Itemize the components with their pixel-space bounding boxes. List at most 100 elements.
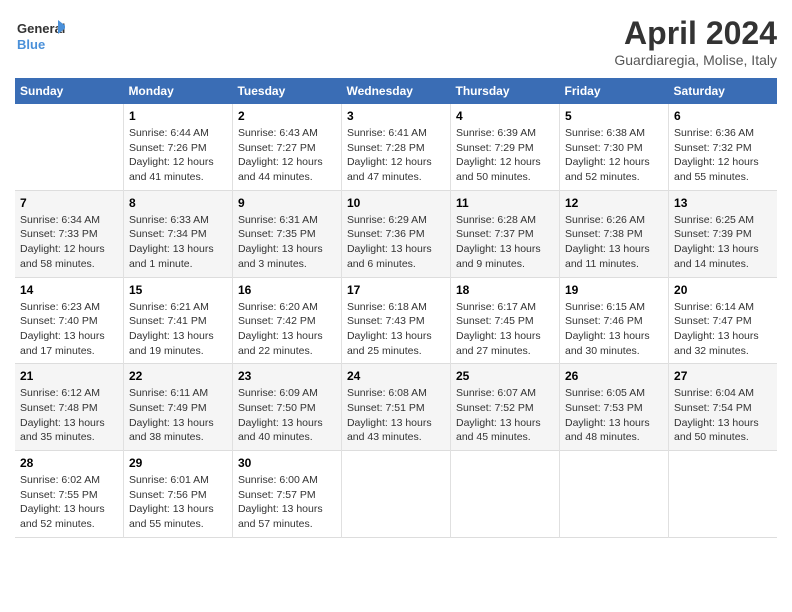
day-cell: 24 Sunrise: 6:08 AMSunset: 7:51 PMDayligh… [341, 364, 450, 451]
day-cell: 15Sunrise: 6:21 AMSunset: 7:41 PMDayligh… [123, 277, 232, 364]
day-info: Sunrise: 6:39 AMSunset: 7:29 PMDaylight:… [456, 126, 554, 185]
header-tuesday: Tuesday [232, 78, 341, 104]
day-number: 12 [565, 196, 663, 210]
day-number: 26 [565, 369, 663, 383]
day-cell: 29 Sunrise: 6:01 AMSunset: 7:56 PMDayligh… [123, 451, 232, 538]
day-cell: 11 Sunrise: 6:28 AMSunset: 7:37 PMDayligh… [450, 190, 559, 277]
day-info: Sunrise: 6:08 AMSunset: 7:51 PMDaylight:… [347, 386, 445, 445]
day-cell: 30Sunrise: 6:00 AMSunset: 7:57 PMDayligh… [232, 451, 341, 538]
svg-text:Blue: Blue [17, 37, 45, 52]
day-info: Sunrise: 6:09 AMSunset: 7:50 PMDaylight:… [238, 386, 336, 445]
header-monday: Monday [123, 78, 232, 104]
day-number: 2 [238, 109, 336, 123]
day-cell [341, 451, 450, 538]
page-header: General Blue April 2024 Guardiaregia, Mo… [15, 15, 777, 68]
day-cell: 25Sunrise: 6:07 AMSunset: 7:52 PMDayligh… [450, 364, 559, 451]
header-sunday: Sunday [15, 78, 123, 104]
day-number: 21 [20, 369, 118, 383]
day-number: 7 [20, 196, 118, 210]
day-number: 1 [129, 109, 227, 123]
day-number: 8 [129, 196, 227, 210]
day-info: Sunrise: 6:18 AMSunset: 7:43 PMDaylight:… [347, 300, 445, 359]
day-number: 22 [129, 369, 227, 383]
logo: General Blue [15, 15, 65, 60]
day-info: Sunrise: 6:00 AMSunset: 7:57 PMDaylight:… [238, 473, 336, 532]
day-info: Sunrise: 6:28 AMSunset: 7:37 PMDaylight:… [456, 213, 554, 272]
day-info: Sunrise: 6:34 AMSunset: 7:33 PMDaylight:… [20, 213, 118, 272]
title-block: April 2024 Guardiaregia, Molise, Italy [614, 15, 777, 68]
header-saturday: Saturday [669, 78, 777, 104]
day-info: Sunrise: 6:25 AMSunset: 7:39 PMDaylight:… [674, 213, 772, 272]
day-cell: 9 Sunrise: 6:31 AMSunset: 7:35 PMDaylight… [232, 190, 341, 277]
week-row-5: 28Sunrise: 6:02 AMSunset: 7:55 PMDayligh… [15, 451, 777, 538]
day-number: 23 [238, 369, 336, 383]
day-cell: 13Sunrise: 6:25 AMSunset: 7:39 PMDayligh… [669, 190, 777, 277]
day-cell: 20 Sunrise: 6:14 AMSunset: 7:47 PMDayligh… [669, 277, 777, 364]
day-info: Sunrise: 6:14 AMSunset: 7:47 PMDaylight:… [674, 300, 772, 359]
day-cell: 6 Sunrise: 6:36 AMSunset: 7:32 PMDaylight… [669, 104, 777, 190]
day-number: 14 [20, 283, 118, 297]
day-info: Sunrise: 6:31 AMSunset: 7:35 PMDaylight:… [238, 213, 336, 272]
day-info: Sunrise: 6:17 AMSunset: 7:45 PMDaylight:… [456, 300, 554, 359]
week-row-4: 21 Sunrise: 6:12 AMSunset: 7:48 PMDayligh… [15, 364, 777, 451]
day-info: Sunrise: 6:23 AMSunset: 7:40 PMDaylight:… [20, 300, 118, 359]
day-cell: 27Sunrise: 6:04 AMSunset: 7:54 PMDayligh… [669, 364, 777, 451]
day-number: 29 [129, 456, 227, 470]
day-cell: 4 Sunrise: 6:39 AMSunset: 7:29 PMDaylight… [450, 104, 559, 190]
day-cell: 10 Sunrise: 6:29 AMSunset: 7:36 PMDayligh… [341, 190, 450, 277]
day-cell: 1 Sunrise: 6:44 AMSunset: 7:26 PMDaylight… [123, 104, 232, 190]
day-cell: 21 Sunrise: 6:12 AMSunset: 7:48 PMDayligh… [15, 364, 123, 451]
week-row-2: 7 Sunrise: 6:34 AMSunset: 7:33 PMDaylight… [15, 190, 777, 277]
day-info: Sunrise: 6:44 AMSunset: 7:26 PMDaylight:… [129, 126, 227, 185]
day-info: Sunrise: 6:26 AMSunset: 7:38 PMDaylight:… [565, 213, 663, 272]
day-info: Sunrise: 6:41 AMSunset: 7:28 PMDaylight:… [347, 126, 445, 185]
day-cell: 19 Sunrise: 6:15 AMSunset: 7:46 PMDayligh… [560, 277, 669, 364]
day-cell: 5Sunrise: 6:38 AMSunset: 7:30 PMDaylight… [560, 104, 669, 190]
day-number: 18 [456, 283, 554, 297]
header-friday: Friday [560, 78, 669, 104]
day-cell: 28Sunrise: 6:02 AMSunset: 7:55 PMDayligh… [15, 451, 123, 538]
day-number: 6 [674, 109, 772, 123]
day-number: 9 [238, 196, 336, 210]
day-cell: 17 Sunrise: 6:18 AMSunset: 7:43 PMDayligh… [341, 277, 450, 364]
day-number: 20 [674, 283, 772, 297]
day-info: Sunrise: 6:20 AMSunset: 7:42 PMDaylight:… [238, 300, 336, 359]
day-cell [560, 451, 669, 538]
day-cell: 23 Sunrise: 6:09 AMSunset: 7:50 PMDayligh… [232, 364, 341, 451]
day-cell: 3 Sunrise: 6:41 AMSunset: 7:28 PMDaylight… [341, 104, 450, 190]
month-title: April 2024 [614, 15, 777, 52]
day-info: Sunrise: 6:04 AMSunset: 7:54 PMDaylight:… [674, 386, 772, 445]
day-number: 24 [347, 369, 445, 383]
day-cell: 18 Sunrise: 6:17 AMSunset: 7:45 PMDayligh… [450, 277, 559, 364]
day-cell [669, 451, 777, 538]
day-number: 5 [565, 109, 663, 123]
day-cell: 26 Sunrise: 6:05 AMSunset: 7:53 PMDayligh… [560, 364, 669, 451]
day-number: 17 [347, 283, 445, 297]
day-cell: 16Sunrise: 6:20 AMSunset: 7:42 PMDayligh… [232, 277, 341, 364]
day-cell [450, 451, 559, 538]
day-info: Sunrise: 6:29 AMSunset: 7:36 PMDaylight:… [347, 213, 445, 272]
week-row-1: 1 Sunrise: 6:44 AMSunset: 7:26 PMDaylight… [15, 104, 777, 190]
day-info: Sunrise: 6:36 AMSunset: 7:32 PMDaylight:… [674, 126, 772, 185]
day-cell: 14 Sunrise: 6:23 AMSunset: 7:40 PMDayligh… [15, 277, 123, 364]
day-number: 28 [20, 456, 118, 470]
day-info: Sunrise: 6:05 AMSunset: 7:53 PMDaylight:… [565, 386, 663, 445]
day-number: 10 [347, 196, 445, 210]
day-cell: 8 Sunrise: 6:33 AMSunset: 7:34 PMDaylight… [123, 190, 232, 277]
day-number: 3 [347, 109, 445, 123]
logo-svg: General Blue [15, 15, 65, 60]
day-info: Sunrise: 6:12 AMSunset: 7:48 PMDaylight:… [20, 386, 118, 445]
day-number: 25 [456, 369, 554, 383]
day-info: Sunrise: 6:21 AMSunset: 7:41 PMDaylight:… [129, 300, 227, 359]
svg-text:General: General [17, 21, 65, 36]
day-number: 11 [456, 196, 554, 210]
day-number: 19 [565, 283, 663, 297]
day-info: Sunrise: 6:01 AMSunset: 7:56 PMDaylight:… [129, 473, 227, 532]
day-number: 4 [456, 109, 554, 123]
day-info: Sunrise: 6:11 AMSunset: 7:49 PMDaylight:… [129, 386, 227, 445]
day-info: Sunrise: 6:15 AMSunset: 7:46 PMDaylight:… [565, 300, 663, 359]
header-thursday: Thursday [450, 78, 559, 104]
day-info: Sunrise: 6:33 AMSunset: 7:34 PMDaylight:… [129, 213, 227, 272]
location-subtitle: Guardiaregia, Molise, Italy [614, 52, 777, 68]
day-cell: 7 Sunrise: 6:34 AMSunset: 7:33 PMDaylight… [15, 190, 123, 277]
